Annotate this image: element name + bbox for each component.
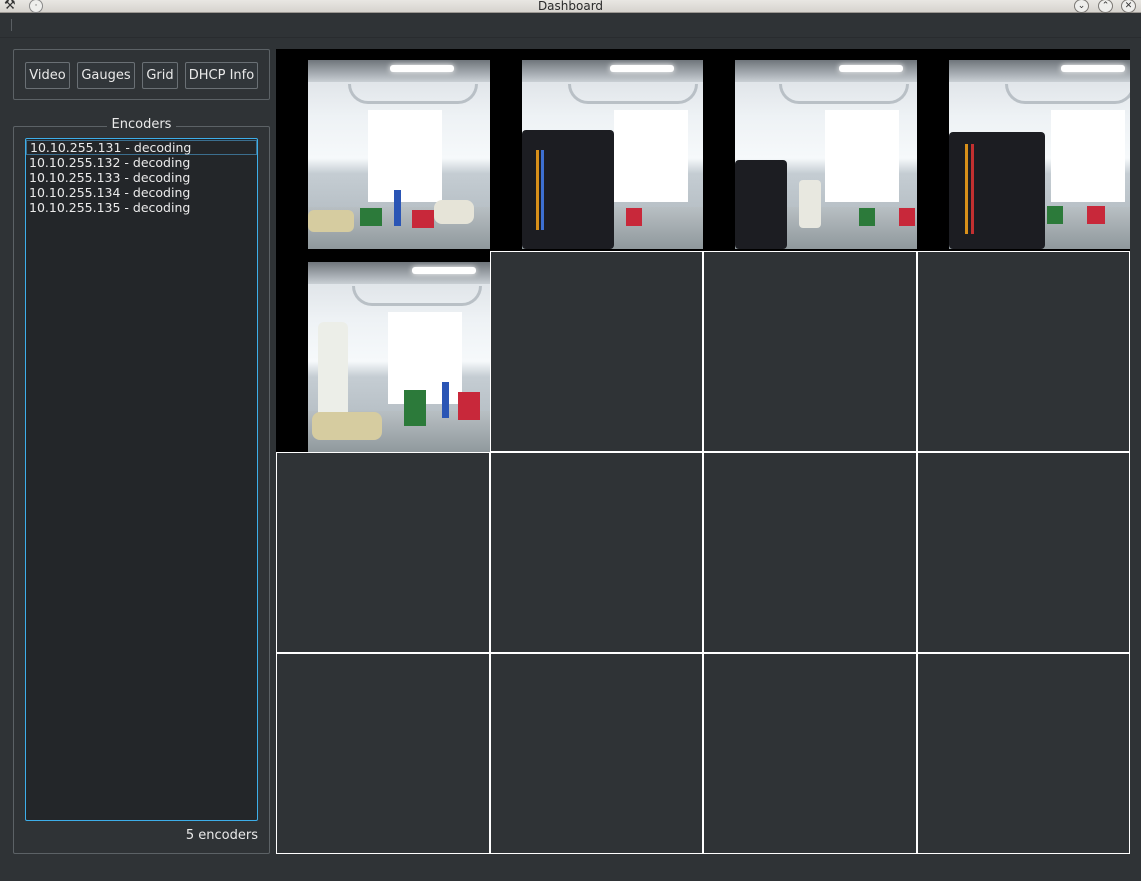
camera-frame: [949, 60, 1130, 249]
camera-frame: [735, 60, 917, 249]
window-title: Dashboard: [537, 0, 604, 13]
video-slot-8[interactable]: [917, 251, 1130, 452]
list-item[interactable]: 10.10.255.134 - decoding: [26, 185, 257, 200]
divider: [0, 37, 1141, 38]
toolbar-strip: [0, 14, 1141, 38]
view-button-group: Video Gauges Grid DHCP Info: [13, 49, 270, 100]
list-item[interactable]: 10.10.255.135 - decoding: [26, 200, 257, 215]
chevron-down-icon: ⌄: [1077, 1, 1086, 11]
toolbar-grip[interactable]: [11, 19, 12, 31]
video-slot-16[interactable]: [917, 653, 1130, 854]
encoders-group: Encoders 10.10.255.131 - decoding 10.10.…: [13, 117, 270, 854]
gauges-button[interactable]: Gauges: [77, 62, 135, 89]
video-slot-10[interactable]: [490, 452, 703, 653]
video-feed-3[interactable]: [703, 49, 917, 251]
encoder-count: 5 encoders: [185, 828, 258, 843]
list-item[interactable]: 10.10.255.133 - decoding: [26, 170, 257, 185]
encoder-list[interactable]: 10.10.255.131 - decoding 10.10.255.132 -…: [25, 138, 258, 821]
chevron-up-icon: ⌃: [1101, 1, 1110, 11]
video-slot-11[interactable]: [703, 452, 917, 653]
video-feed-4[interactable]: [917, 49, 1130, 251]
title-bar: ⚒ · Dashboard ⌄ ⌃ ✕: [0, 0, 1141, 13]
video-feed-5[interactable]: [276, 251, 490, 452]
dhcp-info-button[interactable]: DHCP Info: [185, 62, 258, 89]
camera-frame: [308, 60, 490, 249]
video-slot-12[interactable]: [917, 452, 1130, 653]
video-feed-2[interactable]: [490, 49, 703, 251]
video-button[interactable]: Video: [25, 62, 70, 89]
grid-button[interactable]: Grid: [142, 62, 178, 89]
video-slot-9[interactable]: [276, 452, 490, 653]
camera-frame: [522, 60, 703, 249]
video-slot-15[interactable]: [703, 653, 917, 854]
list-item[interactable]: 10.10.255.131 - decoding: [26, 140, 257, 155]
video-slot-13[interactable]: [276, 653, 490, 854]
video-feed-1[interactable]: [276, 49, 490, 251]
list-item[interactable]: 10.10.255.132 - decoding: [26, 155, 257, 170]
video-grid: [276, 49, 1130, 854]
video-slot-6[interactable]: [490, 251, 703, 452]
camera-frame: [308, 262, 490, 452]
video-slot-7[interactable]: [703, 251, 917, 452]
video-slot-14[interactable]: [490, 653, 703, 854]
close-icon: ✕: [1124, 1, 1133, 11]
encoders-title: Encoders: [14, 117, 269, 132]
